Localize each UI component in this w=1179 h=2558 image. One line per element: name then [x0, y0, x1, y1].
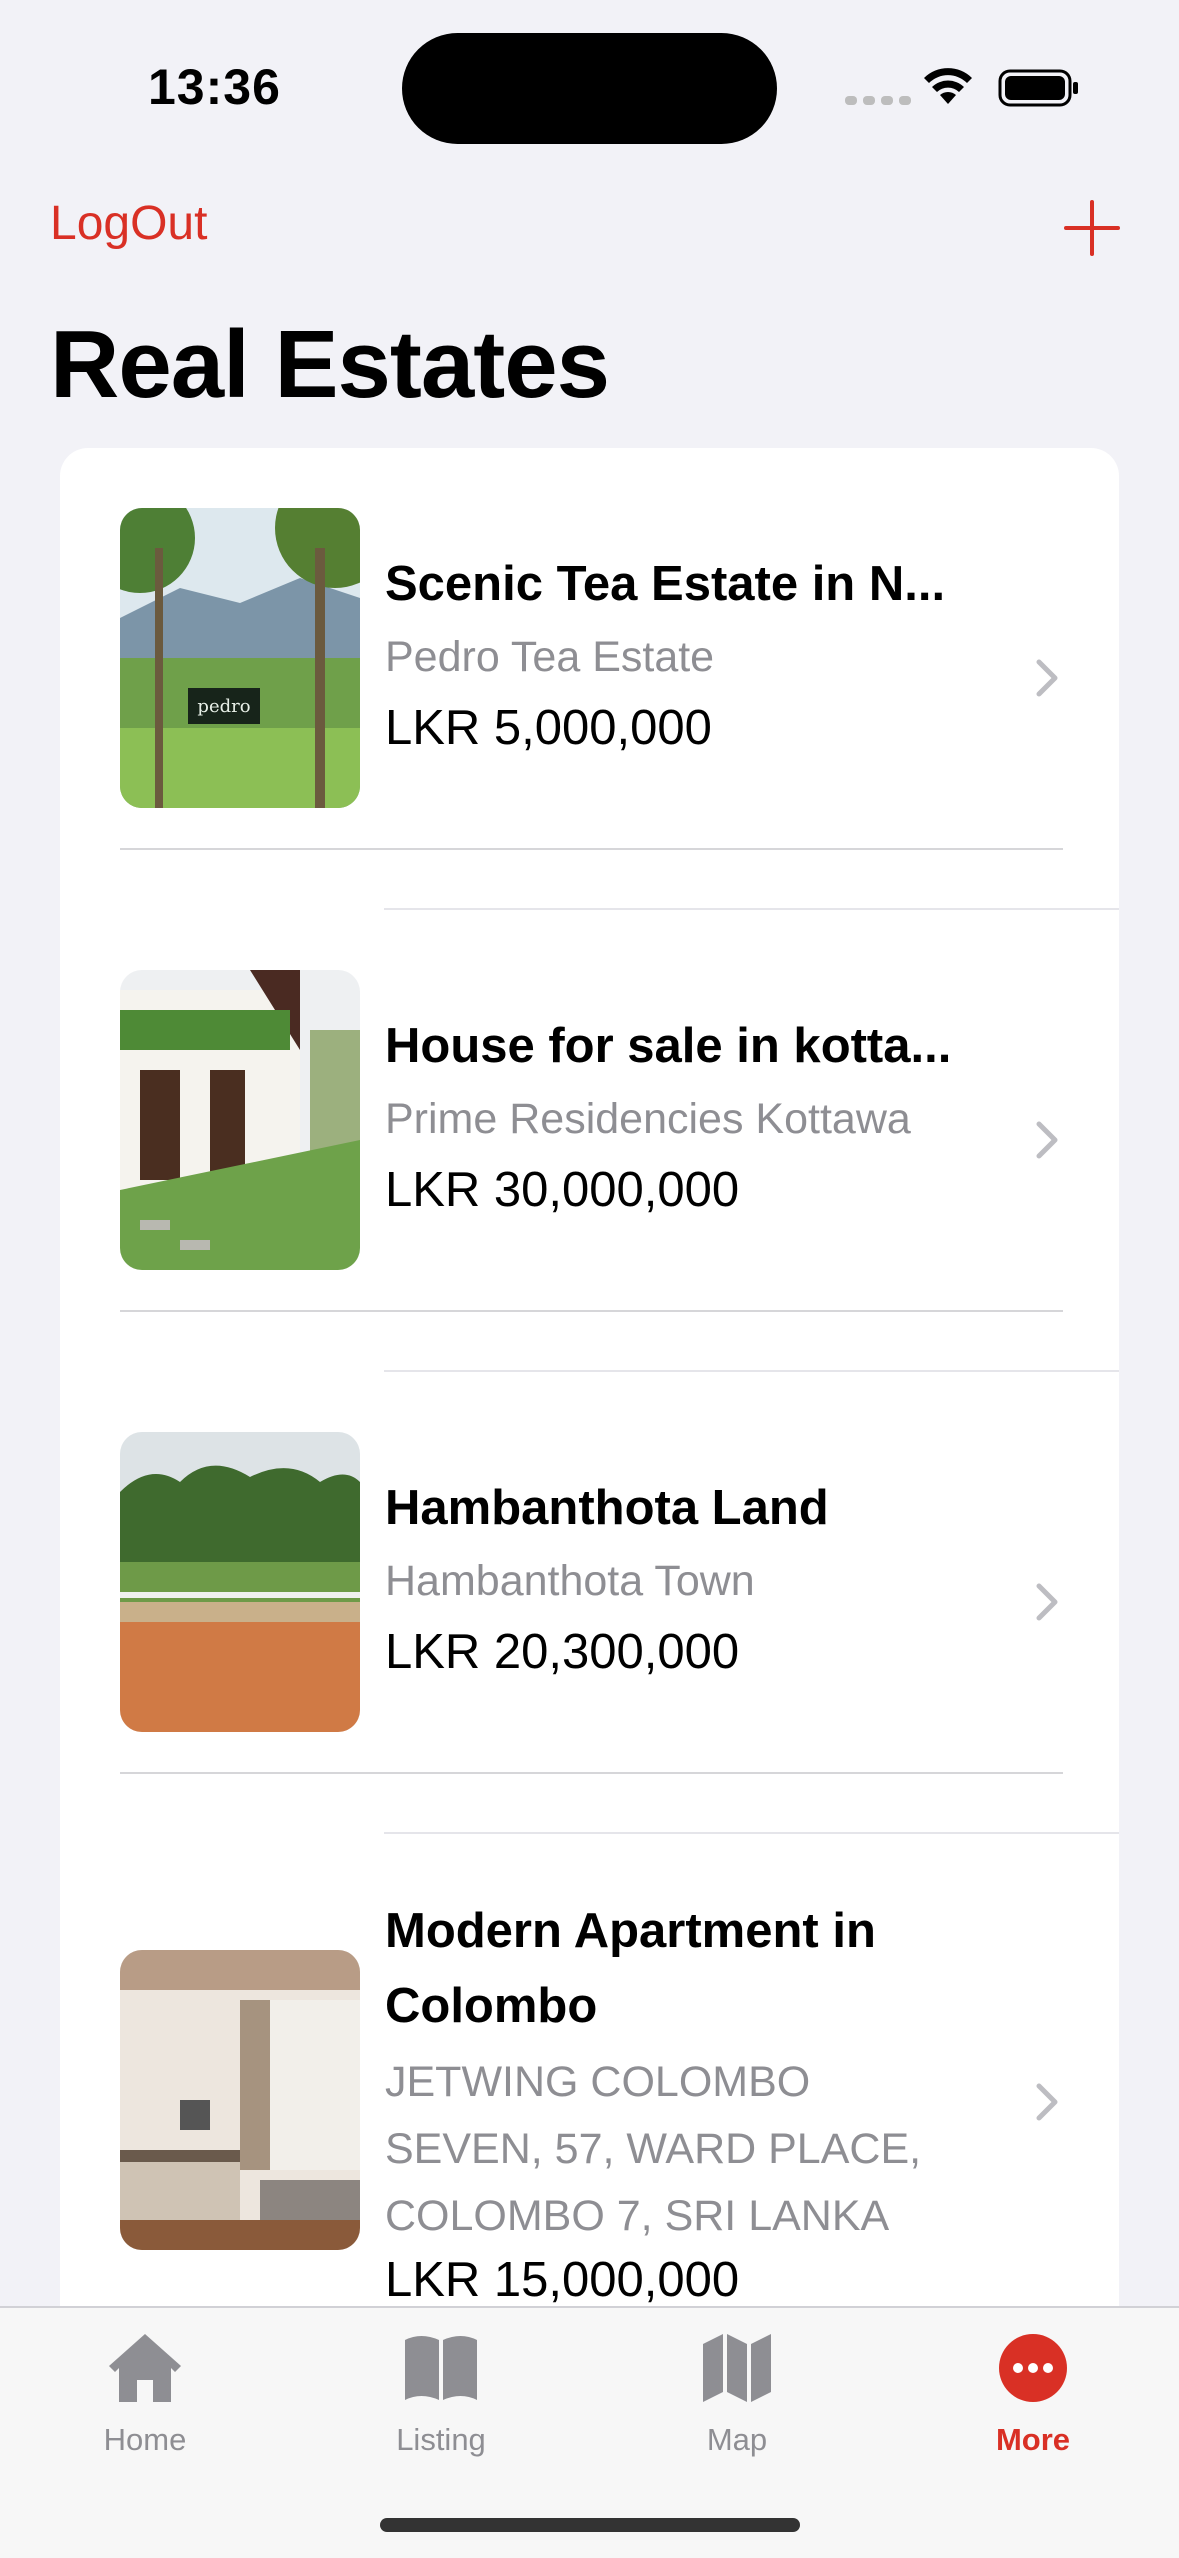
tab-map[interactable]: Map [637, 2324, 837, 2474]
listing-price: LKR 5,000,000 [385, 701, 712, 755]
dynamic-island [402, 33, 777, 144]
house-icon [109, 2334, 181, 2402]
page-title: Real Estates [50, 311, 610, 418]
map-icon [703, 2334, 771, 2402]
tab-label: Map [706, 2422, 768, 2457]
listings-list: pedro Scenic Tea Estate in N... Pedro Te… [60, 448, 1119, 2448]
tab-label: Home [103, 2422, 187, 2457]
listing-thumbnail [120, 1950, 360, 2250]
listing-location: JETWING COLOMBO SEVEN, 57, WARD PLACE, C… [385, 2058, 922, 2240]
row-divider [120, 1772, 1063, 1774]
more-icon [999, 2334, 1067, 2402]
listing-price: LKR 30,000,000 [385, 1163, 740, 1217]
svg-text:pedro: pedro [197, 696, 250, 717]
listing-thumbnail: pedro [120, 508, 360, 808]
row-divider [120, 848, 1063, 850]
home-indicator [380, 2518, 800, 2532]
listing-row[interactable]: pedro Scenic Tea Estate in N... Pedro Te… [60, 448, 1119, 910]
book-icon [405, 2336, 477, 2400]
tab-more[interactable]: More [933, 2324, 1133, 2474]
listing-thumbnail [120, 970, 360, 1270]
listing-title: Modern Apartment in Colombo [385, 1904, 876, 2033]
listing-title: House for sale in kotta... [385, 1019, 952, 1073]
tab-home[interactable]: Home [45, 2324, 245, 2474]
listing-thumbnail [120, 1432, 360, 1732]
row-divider [120, 1310, 1063, 1312]
listing-row[interactable]: House for sale in kotta... Prime Residen… [60, 910, 1119, 1372]
listing-row[interactable]: Hambanthota Land Hambanthota Town LKR 20… [60, 1372, 1119, 1834]
listing-price: LKR 15,000,000 [385, 2253, 740, 2307]
listing-title: Scenic Tea Estate in N... [385, 557, 946, 611]
chevron-right-icon [1036, 659, 1058, 697]
chevron-right-icon [1036, 1583, 1058, 1621]
listing-location: Prime Residencies Kottawa [385, 1095, 911, 1143]
plus-icon[interactable] [1064, 198, 1124, 258]
wifi-icon [924, 68, 972, 104]
listing-price: LKR 20,300,000 [385, 1625, 740, 1679]
tab-label: More [995, 2422, 1071, 2457]
logout-button[interactable]: LogOut [50, 196, 207, 251]
chevron-right-icon [1036, 2083, 1058, 2121]
tab-listing[interactable]: Listing [341, 2324, 541, 2474]
listing-title: Hambanthota Land [385, 1481, 829, 1535]
status-time: 13:36 [148, 59, 281, 115]
cellular-signal-icon [845, 96, 911, 105]
listing-location: Pedro Tea Estate [385, 633, 715, 681]
battery-icon [998, 69, 1078, 107]
chevron-right-icon [1036, 1121, 1058, 1159]
listing-location: Hambanthota Town [385, 1557, 755, 1605]
status-bar: 13:36 [0, 0, 1179, 150]
tab-label: Listing [396, 2422, 486, 2457]
